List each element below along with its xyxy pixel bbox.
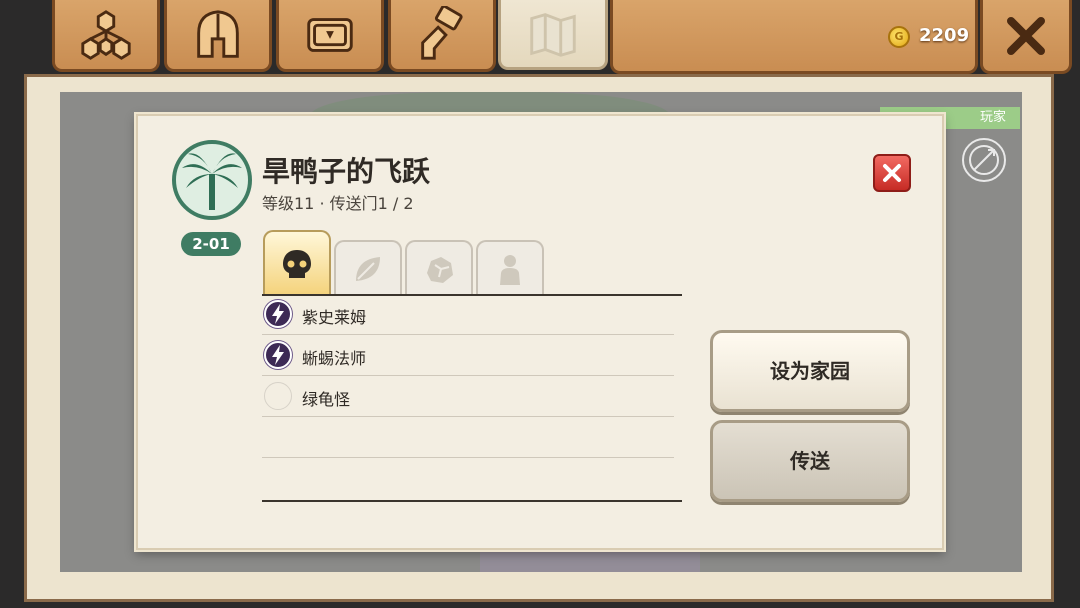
map-icon bbox=[530, 12, 576, 57]
tab-plants[interactable] bbox=[334, 240, 402, 296]
chest-icon bbox=[307, 17, 353, 52]
palm-tree-icon bbox=[182, 153, 242, 210]
zone-emblem bbox=[172, 140, 252, 220]
list-item-empty bbox=[262, 417, 674, 458]
close-window-button[interactable] bbox=[980, 0, 1072, 74]
crafting-hammer-icon bbox=[421, 5, 463, 60]
person-icon bbox=[500, 255, 520, 285]
list-item-empty bbox=[262, 458, 674, 499]
skull-icon bbox=[283, 250, 311, 278]
zone-code-badge: 2-01 bbox=[181, 232, 241, 256]
empty-slot-icon bbox=[264, 382, 292, 410]
tab-equipment[interactable] bbox=[164, 0, 272, 72]
tab-inventory[interactable] bbox=[276, 0, 384, 72]
close-icon bbox=[883, 164, 901, 182]
helmet-icon bbox=[197, 9, 239, 58]
list-divider bbox=[262, 500, 682, 502]
list-item[interactable]: 紫史莱姆 bbox=[262, 294, 674, 335]
tab-ores[interactable] bbox=[405, 240, 473, 296]
list-item[interactable]: 蜥蜴法师 bbox=[262, 335, 674, 376]
close-icon bbox=[1007, 16, 1045, 55]
dialog-close-button[interactable] bbox=[873, 154, 911, 192]
creature-name: 紫史莱姆 bbox=[302, 308, 367, 327]
rock-icon bbox=[427, 257, 453, 283]
skill-tree-icon bbox=[81, 9, 131, 60]
coin-amount: 2209 bbox=[919, 25, 970, 46]
zone-title: 旱鸭子的飞跃 bbox=[262, 155, 431, 188]
top-tab-bar: G 2209 bbox=[0, 0, 1080, 80]
tab-monsters[interactable] bbox=[263, 230, 331, 296]
tab-npcs[interactable] bbox=[476, 240, 544, 296]
tab-crafting[interactable] bbox=[388, 0, 496, 72]
gold-coin-icon: G bbox=[888, 26, 910, 48]
compass-icon bbox=[969, 145, 999, 175]
zone-subtitle: 等级11 · 传送门1 / 2 bbox=[262, 194, 414, 213]
lightning-icon bbox=[264, 341, 292, 369]
set-home-button[interactable]: 设为家园 bbox=[710, 330, 910, 412]
list-item[interactable]: 绿龟怪 bbox=[262, 376, 674, 417]
tab-map[interactable] bbox=[498, 0, 608, 70]
teleport-button[interactable]: 传送 bbox=[710, 420, 910, 502]
tab-skills[interactable] bbox=[52, 0, 160, 72]
compass-button[interactable] bbox=[962, 138, 1006, 182]
creature-name: 绿龟怪 bbox=[302, 390, 351, 409]
leaf-icon bbox=[356, 257, 380, 281]
lightning-icon bbox=[264, 300, 292, 328]
creature-name: 蜥蜴法师 bbox=[302, 349, 367, 368]
